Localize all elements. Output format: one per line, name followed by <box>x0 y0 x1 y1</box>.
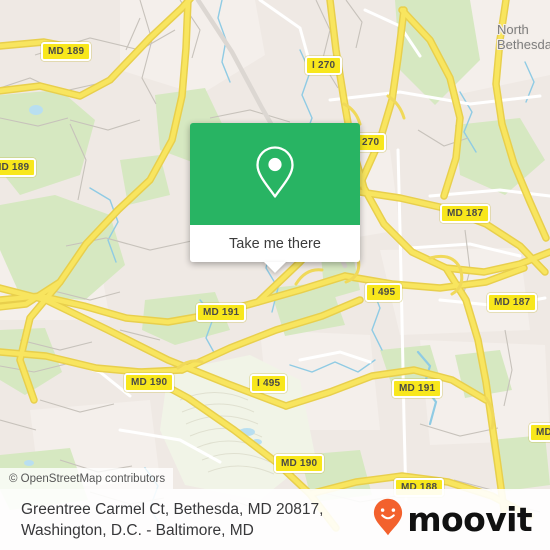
road-shield-i-495-east: I 495 <box>365 283 403 302</box>
map-screenshot: North Bethesda MD 189 MD 189 I 270 270 M… <box>0 0 550 550</box>
moovit-smiley-pin-icon <box>373 498 403 541</box>
road-shield-md-190-west: MD 190 <box>124 373 175 392</box>
road-shield-md-187-north: MD 187 <box>440 204 491 223</box>
moovit-wordmark: moovit <box>407 500 532 539</box>
location-title: Greentree Carmel Ct, Bethesda, MD 20817,… <box>21 499 323 541</box>
road-shield-md-190-south: MD 190 <box>274 454 325 473</box>
popup-footer[interactable]: Take me there <box>190 225 360 273</box>
road-shield-md-189-west: MD 189 <box>0 158 37 177</box>
osm-attribution[interactable]: © OpenStreetMap contributors <box>0 468 174 489</box>
popup-tail-pointer <box>264 262 286 273</box>
road-shield-md-191-west: MD 191 <box>196 303 247 322</box>
moovit-logo[interactable]: moovit <box>373 498 533 541</box>
location-title-line1: Greentree Carmel Ct, Bethesda, MD 20817, <box>21 500 324 518</box>
take-me-there-label: Take me there <box>229 235 321 252</box>
road-shield-md-187-east: MD 187 <box>487 293 538 312</box>
place-label-north-bethesda: North Bethesda <box>497 22 550 52</box>
bottom-info-bar: Greentree Carmel Ct, Bethesda, MD 20817,… <box>0 489 550 550</box>
road-shield-i-495-south: I 495 <box>250 374 288 393</box>
road-shield-md-clipped: MD <box>529 423 550 442</box>
location-title-line2: Washington, D.C. - Baltimore, MD <box>21 521 254 539</box>
location-popup-card[interactable]: Take me there <box>190 123 360 273</box>
road-shield-i-270: I 270 <box>305 56 343 75</box>
osm-attribution-text: © OpenStreetMap contributors <box>9 472 166 485</box>
map-pin-icon <box>253 144 297 205</box>
road-shield-md-191-east: MD 191 <box>392 379 443 398</box>
road-shield-md-189-north: MD 189 <box>41 42 92 61</box>
popup-header <box>190 123 360 225</box>
